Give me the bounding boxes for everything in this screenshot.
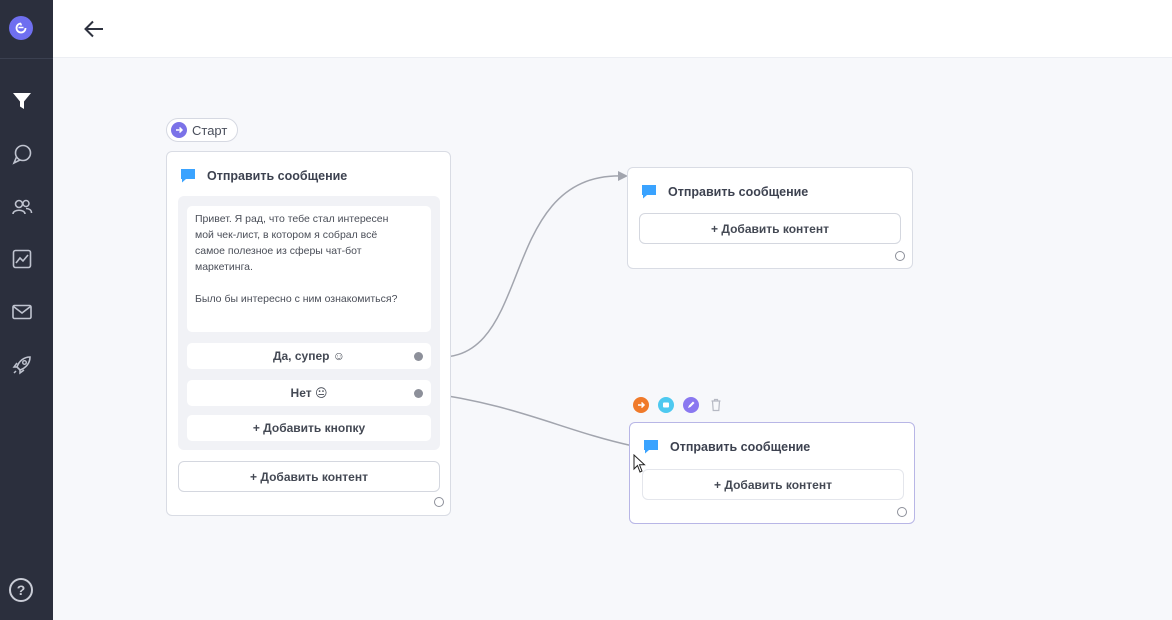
- message-icon: [181, 169, 195, 183]
- users-icon[interactable]: [9, 194, 35, 220]
- message-icon: [642, 185, 656, 199]
- start-label: Старт: [192, 122, 228, 138]
- add-content-button[interactable]: + Добавить контент: [642, 469, 904, 500]
- filter-icon[interactable]: [9, 88, 35, 114]
- chat-icon[interactable]: [9, 141, 35, 167]
- sidebar: ?: [0, 0, 53, 620]
- quick-reply-button-yes[interactable]: Да, супер ☺: [187, 343, 431, 369]
- node-toolbar: [629, 392, 729, 417]
- add-button-button[interactable]: + Добавить кнопку: [187, 415, 431, 441]
- node-title: Отправить сообщение: [207, 168, 348, 183]
- node-header: Отправить сообщение: [641, 184, 808, 199]
- add-content-button[interactable]: + Добавить контент: [178, 461, 440, 492]
- start-node-label[interactable]: Старт: [166, 118, 238, 142]
- arrow-right-icon[interactable]: [633, 396, 649, 413]
- node-title: Отправить сообщение: [668, 184, 809, 199]
- node-output-port[interactable]: [434, 497, 444, 507]
- copy-icon[interactable]: [658, 396, 674, 413]
- button-output-port[interactable]: [414, 389, 423, 398]
- mail-icon[interactable]: [9, 299, 35, 325]
- message-block: Привет. Я рад, что тебе стал интересен м…: [178, 196, 440, 450]
- top-bar: [53, 0, 1172, 58]
- rocket-icon[interactable]: [9, 352, 35, 378]
- quick-reply-button-no[interactable]: Нет 😐: [187, 380, 431, 406]
- add-content-button[interactable]: + Добавить контент: [639, 213, 901, 244]
- start-arrow-icon: [171, 122, 187, 138]
- node-header: Отправить сообщение: [643, 439, 810, 454]
- help-icon[interactable]: ?: [9, 578, 33, 602]
- button-output-port[interactable]: [414, 352, 423, 361]
- sidebar-divider: [0, 58, 53, 59]
- message-text[interactable]: Привет. Я рад, что тебе стал интересен м…: [187, 206, 431, 332]
- send-message-node-1[interactable]: Отправить сообщение Привет. Я рад, что т…: [166, 151, 451, 516]
- edit-icon[interactable]: [683, 396, 699, 413]
- node-header: Отправить сообщение: [180, 168, 347, 183]
- node-output-port[interactable]: [895, 251, 905, 261]
- back-arrow-icon[interactable]: [81, 16, 107, 42]
- trash-icon[interactable]: [708, 397, 724, 413]
- message-icon: [644, 440, 658, 454]
- node-output-port[interactable]: [897, 507, 907, 517]
- mouse-cursor-icon: [633, 454, 646, 473]
- node-title: Отправить сообщение: [670, 439, 811, 454]
- analytics-icon[interactable]: [9, 246, 35, 272]
- send-message-node-3[interactable]: Отправить сообщение + Добавить контент: [629, 422, 915, 524]
- send-message-node-2[interactable]: Отправить сообщение + Добавить контент: [627, 167, 913, 269]
- logo-icon[interactable]: [9, 16, 33, 40]
